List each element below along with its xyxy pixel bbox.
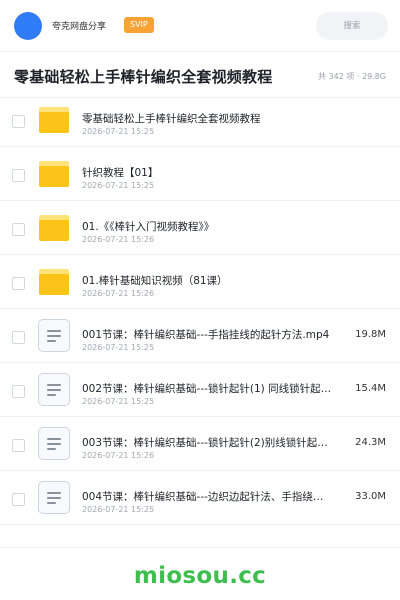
video-file-icon <box>38 481 70 514</box>
item-name: 针织教程【01】 <box>82 167 159 179</box>
folder-icon <box>39 215 69 241</box>
title-bar: 零基础轻松上手棒针编织全套视频教程 共 342 项 · 29.8G <box>0 52 400 98</box>
item-name: 零基础轻松上手棒针编织全套视频教程 <box>82 113 261 125</box>
list-item[interactable]: 01.《《棒针入门视频教程》》 2026-07-21 15:26 <box>0 201 400 255</box>
item-date: 2026-07-21 15:26 <box>82 451 155 460</box>
item-name: 003节课：棒针编织基础---锁针起针(2)别线锁针起针法.mp4 <box>82 437 332 449</box>
folder-icon <box>39 161 69 187</box>
row-checkbox[interactable] <box>12 115 25 128</box>
share-name: 夸克网盘分享 <box>52 22 107 32</box>
row-checkbox[interactable] <box>12 439 25 452</box>
item-date: 2026-07-21 15:25 <box>82 505 155 514</box>
svip-badge: SVIP <box>124 17 154 33</box>
top-bar: 夸克网盘分享 SVIP 搜索 <box>0 0 400 52</box>
video-file-icon <box>38 319 70 352</box>
item-name: 004节课：棒针编织基础---边织边起针法、手指绕线起针法.mp4 <box>82 491 332 503</box>
list-item[interactable]: 01.棒针基础知识视频（81课） 2026-07-21 15:26 <box>0 255 400 309</box>
list-item[interactable]: 004节课：棒针编织基础---边织边起针法、手指绕线起针法.mp4 2026-0… <box>0 471 400 525</box>
footer-divider <box>0 547 400 548</box>
item-name: 01.《《棒针入门视频教程》》 <box>82 221 215 233</box>
item-name: 001节课：棒针编织基础---手指挂线的起针方法.mp4 <box>82 329 330 341</box>
item-size: 24.3M <box>355 437 386 448</box>
row-checkbox[interactable] <box>12 277 25 290</box>
item-date: 2026-07-21 15:26 <box>82 289 155 298</box>
item-date: 2026-07-21 15:26 <box>82 235 155 244</box>
list-item[interactable]: 003节课：棒针编织基础---锁针起针(2)别线锁针起针法.mp4 2026-0… <box>0 417 400 471</box>
row-checkbox[interactable] <box>12 493 25 506</box>
page-title: 零基础轻松上手棒针编织全套视频教程 <box>14 68 273 86</box>
list-item[interactable]: 001节课：棒针编织基础---手指挂线的起针方法.mp4 2026-07-21 … <box>0 309 400 363</box>
row-checkbox[interactable] <box>12 169 25 182</box>
item-name: 002节课：棒针编织基础---锁针起针(1) 同线锁针起针法.mp4 <box>82 383 332 395</box>
folder-icon <box>39 269 69 295</box>
video-file-icon <box>38 373 70 406</box>
list-item[interactable]: 002节课：棒针编织基础---锁针起针(1) 同线锁针起针法.mp4 2026-… <box>0 363 400 417</box>
list-item[interactable]: 针织教程【01】 2026-07-21 15:25 <box>0 147 400 201</box>
item-summary: 共 342 项 · 29.8G <box>318 72 386 81</box>
item-size: 19.8M <box>355 329 386 340</box>
item-date: 2026-07-21 15:25 <box>82 181 155 190</box>
item-date: 2026-07-21 15:25 <box>82 397 155 406</box>
file-list: 零基础轻松上手棒针编织全套视频教程 2026-07-21 15:25 针织教程【… <box>0 93 400 525</box>
item-size: 15.4M <box>355 383 386 394</box>
item-date: 2026-07-21 15:25 <box>82 343 155 352</box>
site-watermark: miosou.cc <box>133 563 267 589</box>
row-checkbox[interactable] <box>12 331 25 344</box>
item-name: 01.棒针基础知识视频（81课） <box>82 275 228 287</box>
folder-icon <box>39 107 69 133</box>
row-checkbox[interactable] <box>12 223 25 236</box>
row-checkbox[interactable] <box>12 385 25 398</box>
video-file-icon <box>38 427 70 460</box>
search-input[interactable]: 搜索 <box>316 12 388 40</box>
item-size: 33.0M <box>355 491 386 502</box>
item-date: 2026-07-21 15:25 <box>82 127 155 136</box>
list-item[interactable]: 零基础轻松上手棒针编织全套视频教程 2026-07-21 15:25 <box>0 93 400 147</box>
avatar[interactable] <box>14 12 42 40</box>
